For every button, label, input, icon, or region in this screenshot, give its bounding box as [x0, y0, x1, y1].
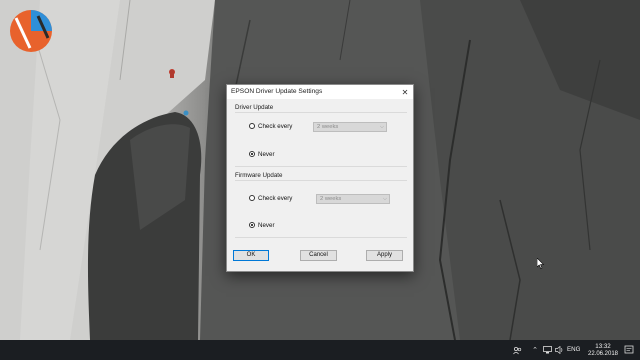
chevron-up-icon[interactable]: ⌃ [531, 345, 539, 355]
driver-interval-value: 2 weeks [317, 124, 339, 130]
firmware-interval-select[interactable]: 2 weeks ⌵ [316, 194, 390, 204]
people-icon[interactable] [512, 345, 522, 355]
firmware-never-label[interactable]: Never [258, 222, 275, 229]
divider [235, 112, 407, 113]
network-icon[interactable] [542, 345, 552, 355]
firmware-update-label: Firmware Update [235, 172, 283, 179]
taskbar: ⌃ ENG 13:32 22.06.2018 [0, 340, 640, 360]
apply-button[interactable]: Apply [366, 250, 403, 261]
driver-check-every-label[interactable]: Check every [258, 123, 292, 130]
firmware-check-every-radio[interactable] [249, 195, 255, 201]
chevron-down-icon: ⌵ [382, 196, 387, 202]
divider [235, 180, 407, 181]
driver-interval-select[interactable]: 2 weeks ⌵ [313, 122, 387, 132]
notification-center-icon[interactable] [624, 344, 634, 356]
clock-time[interactable]: 13:32 [591, 343, 615, 350]
firmware-never-radio[interactable] [249, 222, 255, 228]
driver-check-every-radio[interactable] [249, 123, 255, 129]
firmware-check-every-label[interactable]: Check every [258, 195, 292, 202]
epson-driver-update-dialog: EPSON Driver Update Settings ✕ Driver Up… [226, 84, 414, 272]
ok-button[interactable]: OK [233, 250, 269, 261]
clock-date[interactable]: 22.06.2018 [587, 351, 619, 357]
divider [235, 166, 407, 167]
firmware-interval-value: 2 weeks [320, 196, 342, 202]
dialog-title: EPSON Driver Update Settings [231, 88, 323, 95]
mouse-cursor-icon [537, 258, 545, 269]
dialog-titlebar[interactable]: EPSON Driver Update Settings ✕ [227, 85, 413, 99]
chevron-down-icon: ⌵ [379, 124, 384, 130]
driver-never-label[interactable]: Never [258, 151, 275, 158]
driver-never-radio[interactable] [249, 151, 255, 157]
driver-update-label: Driver Update [235, 104, 274, 111]
cancel-button[interactable]: Cancel [300, 250, 337, 261]
app-logo-icon[interactable] [8, 8, 54, 54]
speaker-icon[interactable] [554, 345, 564, 355]
divider [235, 237, 407, 238]
language-indicator[interactable]: ENG [567, 346, 580, 353]
close-icon[interactable]: ✕ [397, 85, 413, 99]
